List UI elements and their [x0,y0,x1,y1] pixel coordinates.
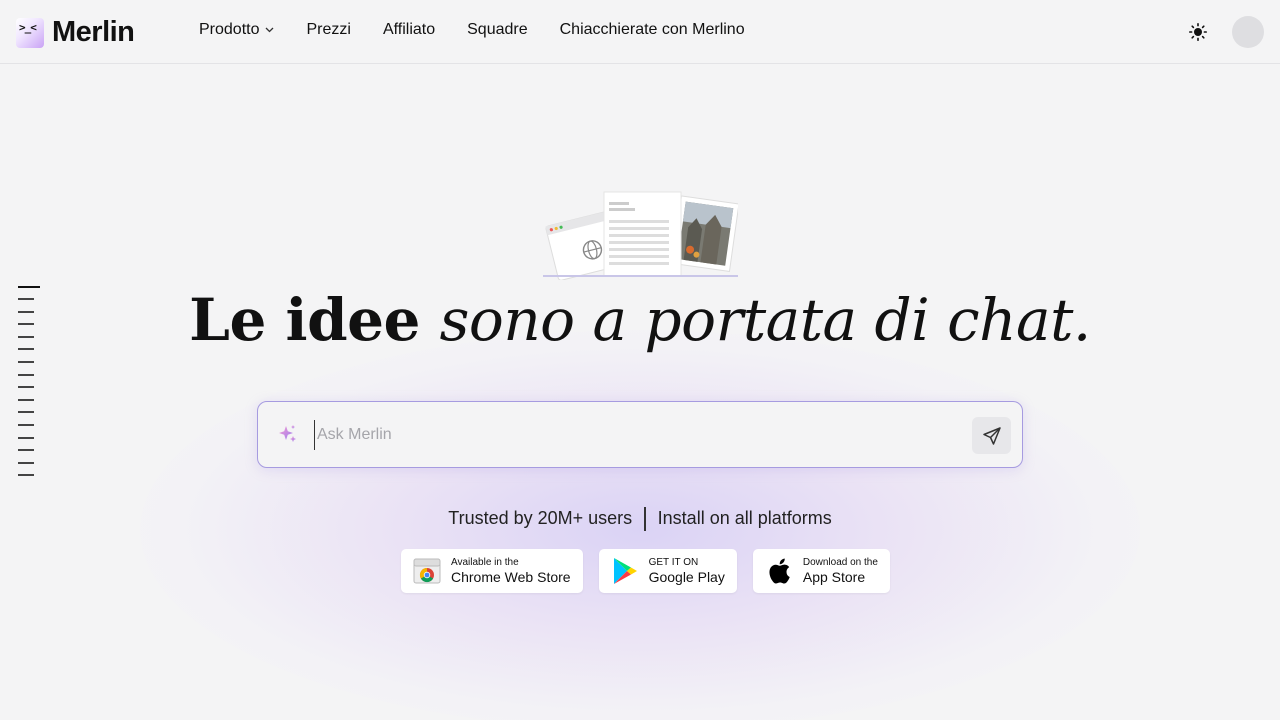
chat-box[interactable] [257,401,1023,468]
google-play-icon [611,557,639,585]
nav-label: Chiacchierate con Merlino [559,21,745,38]
chrome-web-store-icon [413,557,441,585]
chevron-down-icon [265,25,274,36]
toc-tick[interactable] [18,373,34,376]
store-name: App Store [802,568,866,585]
hero-title: Le idee sono a portata di chat. [0,286,1280,354]
brand-name: Merlin [52,16,135,48]
nav-item-prodotto[interactable]: Prodotto [199,21,274,39]
top-navbar: >_< Merlin Prodotto Prezzi Affiliato Squ… [0,0,1280,64]
app-store-badge[interactable]: Download on the App Store [752,549,890,593]
nav-label: Affiliato [382,21,436,38]
nav-item-chiacchierate[interactable]: Chiacchierate con Merlino [560,21,745,39]
trusted-users-text: Trusted by 20M+ users [448,508,633,528]
chrome-web-store-badge[interactable]: Available in the Chrome Web Store [401,549,583,593]
toc-tick[interactable] [18,360,34,363]
google-play-badge[interactable]: GET IT ON Google Play [598,549,737,593]
install-platforms-text: Install on all platforms [657,508,832,528]
store-small-text: Available in the [451,557,519,569]
store-badges: Available in the Chrome Web Store GET IT… [401,549,906,593]
nav-item-squadre[interactable]: Squadre [467,21,528,39]
main-nav: Prodotto Prezzi Affiliato Squadre Chiacc… [199,21,777,39]
hero-title-bold: Le idee [189,286,420,354]
sparkle-icon [279,425,296,442]
user-avatar[interactable] [1232,16,1264,48]
hero-illustration [543,190,740,281]
send-button[interactable] [972,417,1011,454]
sun-icon [1189,23,1207,41]
merlin-logo-icon: >_< [16,17,44,48]
toc-tick[interactable] [18,449,34,452]
theme-toggle-button[interactable] [1186,20,1210,44]
toc-tick[interactable] [18,411,34,414]
nav-item-affiliato[interactable]: Affiliato [383,21,435,39]
toc-tick[interactable] [18,386,34,389]
toc-tick[interactable] [18,436,34,439]
store-name: Chrome Web Store [451,568,571,585]
nav-label: Squadre [467,21,528,38]
toc-tick[interactable] [18,461,34,464]
nav-label: Prodotto [199,21,260,38]
store-small-text: GET IT ON [648,557,699,569]
divider [644,507,646,531]
chat-input[interactable] [314,420,954,450]
nav-label: Prezzi [306,21,351,38]
store-small-text: Download on the [802,557,878,569]
toc-tick[interactable] [18,398,34,401]
trust-line: Trusted by 20M+ users Install on all pla… [0,507,1280,532]
store-name: Google Play [648,568,725,585]
toc-tick[interactable] [18,423,34,426]
hero-title-italic: sono a portata di chat. [439,286,1092,354]
logo-face: >_< [19,20,37,34]
nav-item-prezzi[interactable]: Prezzi [306,21,350,39]
brand-logo[interactable]: >_< Merlin [16,16,135,49]
toc-tick[interactable] [18,474,34,477]
send-icon [982,426,1001,445]
apple-icon [765,557,793,585]
